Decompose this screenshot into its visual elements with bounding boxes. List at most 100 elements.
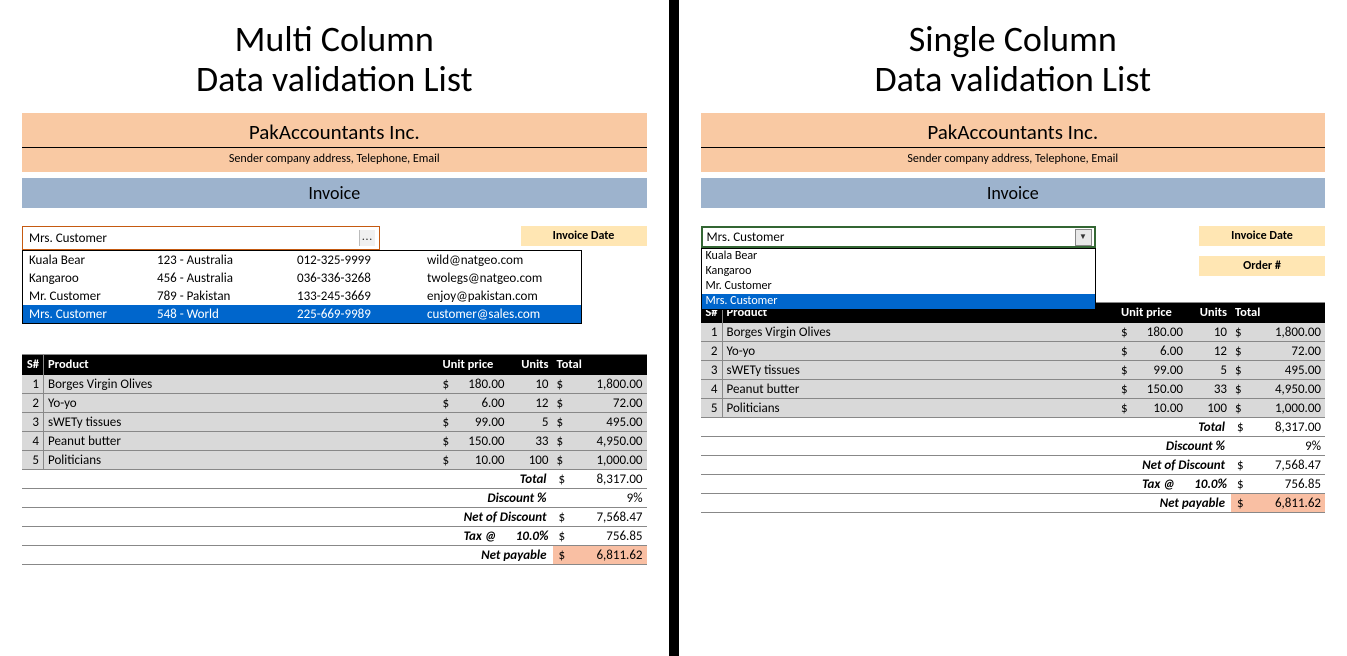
summary-row: Total$8,317.00 xyxy=(22,470,647,489)
cell-unit-price: 10.00 xyxy=(1131,399,1187,417)
table-row[interactable]: 3sWETy tissues$99.005$495.00 xyxy=(22,413,647,432)
summary-row: Total$8,317.00 xyxy=(701,418,1326,437)
cell-total: 495.00 xyxy=(1251,361,1325,379)
right-panel: Single Column Data validation List PakAc… xyxy=(679,0,1347,656)
summary-extra: 10.0% xyxy=(1181,475,1231,493)
single-combo[interactable]: Mrs. Customer ▼ Kuala BearKangarooMr. Cu… xyxy=(701,226,1096,248)
table-row[interactable]: 5Politicians$10.00100$1,000.00 xyxy=(22,451,647,470)
summary-row: Net payable$6,811.62 xyxy=(701,494,1326,513)
summary-row: Tax @10.0%$756.85 xyxy=(22,527,647,546)
summary-cur: $ xyxy=(553,470,573,488)
cell-unit-price: 6.00 xyxy=(453,394,509,412)
summary-extra: 10.0% xyxy=(503,527,553,545)
invoice-band: Invoice xyxy=(22,178,647,208)
cell-cur: $ xyxy=(1231,342,1251,360)
single-dropdown[interactable]: Kuala BearKangarooMr. CustomerMrs. Custo… xyxy=(701,248,1096,310)
cell-cur: $ xyxy=(439,375,453,393)
hdr-total: Total xyxy=(553,355,647,375)
dd-phone: 133-245-3669 xyxy=(297,289,427,304)
right-title: Single Column Data validation List xyxy=(701,20,1326,99)
cell-cur: $ xyxy=(1231,323,1251,341)
summary-cur: $ xyxy=(1231,475,1251,493)
multi-combo-input[interactable]: Mrs. Customer ... xyxy=(22,226,380,250)
table-row[interactable]: 3sWETy tissues$99.005$495.00 xyxy=(701,361,1326,380)
summary-row: Discount %9% xyxy=(701,437,1326,456)
cell-unit-price: 180.00 xyxy=(1131,323,1187,341)
summary-cur: $ xyxy=(553,527,573,545)
cell-total: 495.00 xyxy=(573,413,647,431)
cell-cur: $ xyxy=(553,413,573,431)
panel-divider xyxy=(669,0,679,656)
table-row[interactable]: 1Borges Virgin Olives$180.0010$1,800.00 xyxy=(701,323,1326,342)
cell-total: 4,950.00 xyxy=(1251,380,1325,398)
table-row[interactable]: 5Politicians$10.00100$1,000.00 xyxy=(701,399,1326,418)
left-title: Multi Column Data validation List xyxy=(22,20,647,99)
cell-units: 12 xyxy=(509,394,553,412)
dd-phone: 036-336-3268 xyxy=(297,271,427,286)
dropdown-row[interactable]: Kangaroo xyxy=(702,264,1095,279)
cell-product: Yo-yo xyxy=(44,394,439,412)
dropdown-row[interactable]: Kuala Bear123 - Australia012-325-9999wil… xyxy=(23,251,581,269)
cell-total: 1,000.00 xyxy=(573,451,647,469)
hdr-total: Total xyxy=(1231,303,1325,323)
cell-product: Politicians xyxy=(44,451,439,469)
dropdown-row[interactable]: Kuala Bear xyxy=(702,249,1095,264)
dropdown-row[interactable]: Mrs. Customer xyxy=(702,294,1095,309)
table-row[interactable]: 4Peanut butter$150.0033$4,950.00 xyxy=(22,432,647,451)
cell-total: 1,800.00 xyxy=(573,375,647,393)
summary-val: 756.85 xyxy=(573,527,647,545)
right-title-line1: Single Column xyxy=(909,17,1117,61)
dd-name: Kangaroo xyxy=(29,271,157,286)
table-row[interactable]: 2Yo-yo$6.0012$72.00 xyxy=(701,342,1326,361)
company-name: PakAccountants Inc. xyxy=(22,119,647,145)
cell-product: Borges Virgin Olives xyxy=(723,323,1118,341)
cell-unit-price: 99.00 xyxy=(453,413,509,431)
summary-label: Tax @ xyxy=(22,527,503,545)
hdr-units: Units xyxy=(509,355,553,375)
cell-sn: 4 xyxy=(701,380,723,398)
cell-units: 100 xyxy=(1187,399,1231,417)
cell-units: 10 xyxy=(509,375,553,393)
cell-sn: 4 xyxy=(22,432,44,450)
cell-total: 1,800.00 xyxy=(1251,323,1325,341)
summary-left: Total$8,317.00Discount % 9% Net of Discoun… xyxy=(22,470,647,565)
cell-product: Peanut butter xyxy=(44,432,439,450)
summary-label: Net of Discount xyxy=(22,508,553,526)
left-title-line2: Data validation List xyxy=(196,57,473,101)
table-row[interactable]: 1Borges Virgin Olives$180.0010$1,800.00 xyxy=(22,375,647,394)
summary-label: Tax @ xyxy=(701,475,1182,493)
cell-sn: 3 xyxy=(701,361,723,379)
chevron-down-icon[interactable]: ▼ xyxy=(1075,229,1092,246)
summary-row: Tax @10.0%$756.85 xyxy=(701,475,1326,494)
summary-cur xyxy=(553,489,573,507)
cell-units: 10 xyxy=(1187,323,1231,341)
summary-right: Total$8,317.00Discount %9%Net of Discoun… xyxy=(701,418,1326,513)
cell-cur: $ xyxy=(1117,380,1131,398)
left-title-line1: Multi Column xyxy=(235,17,434,61)
cell-product: sWETy tissues xyxy=(723,361,1118,379)
summary-cur: $ xyxy=(1231,494,1251,512)
cell-sn: 1 xyxy=(22,375,44,393)
summary-val: 8,317.00 xyxy=(573,470,647,488)
summary-val: 9% xyxy=(573,489,647,507)
dropdown-row[interactable]: Mr. Customer xyxy=(702,279,1095,294)
multi-combo[interactable]: Mrs. Customer ... Kuala Bear123 - Austra… xyxy=(22,226,380,250)
cell-product: sWETy tissues xyxy=(44,413,439,431)
company-band: PakAccountants Inc. xyxy=(22,113,647,148)
summary-val: 7,568.47 xyxy=(1251,456,1325,474)
table-row[interactable]: 4Peanut butter$150.0033$4,950.00 xyxy=(701,380,1326,399)
invoice-band: Invoice xyxy=(701,178,1326,208)
ellipsis-button-icon[interactable]: ... xyxy=(359,230,375,246)
dropdown-row[interactable]: Mrs. Customer548 - World225-669-9989cust… xyxy=(23,305,581,323)
summary-label: Discount % xyxy=(22,489,553,507)
dropdown-row[interactable]: Kangaroo456 - Australia036-336-3268twole… xyxy=(23,269,581,287)
summary-label: Net of Discount xyxy=(701,456,1232,474)
single-combo-input[interactable]: Mrs. Customer ▼ xyxy=(701,226,1096,248)
cell-cur: $ xyxy=(1117,342,1131,360)
side-label: Invoice Date xyxy=(1199,226,1325,246)
table-row[interactable]: 2Yo-yo$6.0012$72.00 xyxy=(22,394,647,413)
dd-phone: 012-325-9999 xyxy=(297,253,427,268)
multi-dropdown[interactable]: Kuala Bear123 - Australia012-325-9999wil… xyxy=(22,250,582,324)
cell-cur: $ xyxy=(1231,361,1251,379)
dropdown-row[interactable]: Mr. Customer789 - Pakistan133-245-3669en… xyxy=(23,287,581,305)
